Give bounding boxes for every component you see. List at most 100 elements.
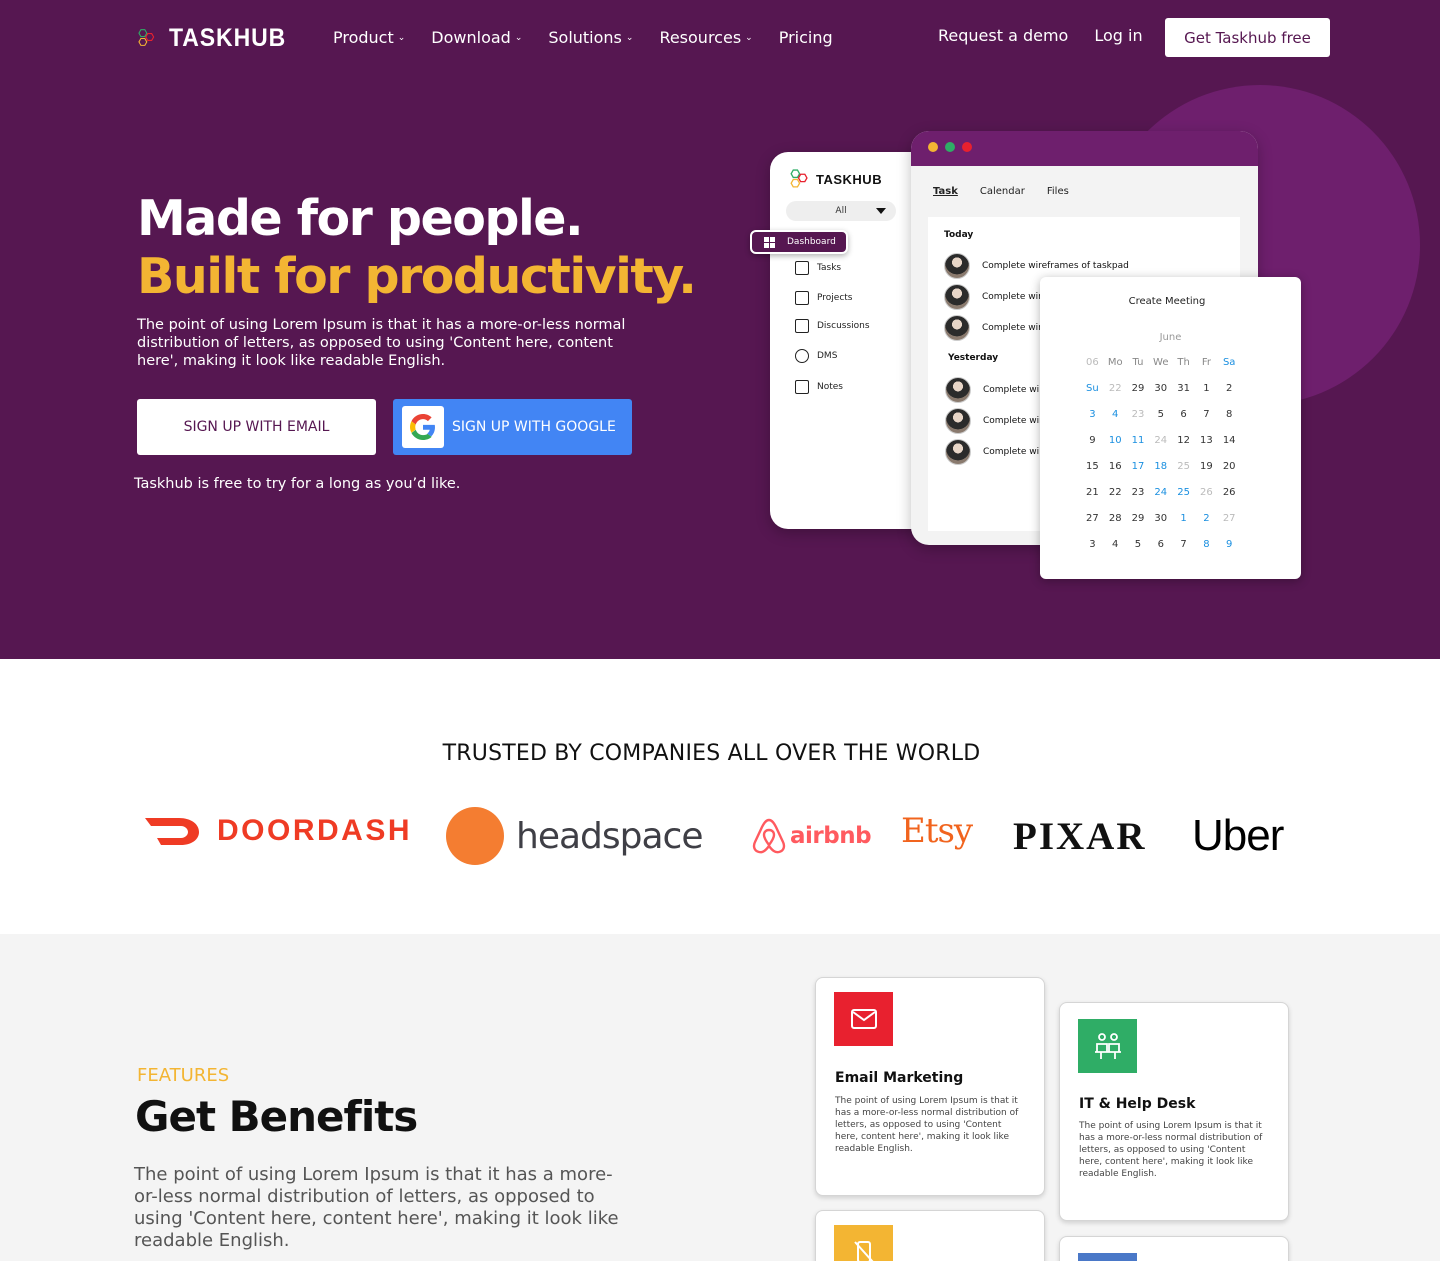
calendar-day[interactable]: 5 xyxy=(1149,409,1172,435)
calendar-day[interactable]: 12 xyxy=(1172,435,1195,461)
signup-email-button[interactable]: SIGN UP WITH EMAIL xyxy=(137,399,376,455)
etsy-logo: Etsy xyxy=(901,811,973,851)
calendar-day[interactable]: 3 xyxy=(1081,539,1104,565)
mockup-task-row[interactable]: Complete wir xyxy=(945,408,1043,434)
mockup-nav-notes[interactable]: Notes xyxy=(795,380,843,394)
calendar-week-number: 24 xyxy=(1154,435,1168,446)
mockup-nav-tasks[interactable]: Tasks xyxy=(795,261,841,275)
calendar-grid: 06 Mo Tu We Th Fr Sa Su 22 29 30 31 1 2 3 4 23 5 6 7 8 9 10 11 2… xyxy=(1081,357,1241,565)
signup-google-button[interactable]: SIGN UP WITH GOOGLE xyxy=(393,399,632,455)
calendar-day[interactable]: 6 xyxy=(1149,539,1172,565)
request-demo-link[interactable]: Request a demo xyxy=(938,26,1068,45)
calendar-day[interactable]: 3 xyxy=(1081,409,1104,435)
mockup-task-label: Complete wireframes of taskpad xyxy=(982,261,1129,271)
calendar-day[interactable]: 18 xyxy=(1149,461,1172,487)
calendar-week-number: 25 xyxy=(1177,461,1190,472)
calendar-day[interactable]: 1 xyxy=(1195,383,1218,409)
mockup-task-row[interactable]: Complete wi xyxy=(945,377,1039,403)
mockup-nav-dms[interactable]: DMS xyxy=(795,349,837,363)
calendar-day[interactable]: 28 xyxy=(1104,513,1127,539)
mockup-tab-files[interactable]: Files xyxy=(1047,186,1069,197)
mockup-nav-discussions[interactable]: Discussions xyxy=(795,319,870,333)
mockup-tab-calendar[interactable]: Calendar xyxy=(980,186,1025,197)
clipboard-icon xyxy=(795,261,809,275)
mockup-task-row[interactable]: Complete wi xyxy=(945,439,1039,465)
mockup-tabs: Task Calendar Files xyxy=(933,186,1091,197)
pixar-logo: PIXAR xyxy=(1013,815,1147,858)
mockup-filter-select[interactable]: All xyxy=(786,201,896,221)
calendar-day[interactable]: 2 xyxy=(1218,383,1241,409)
calendar-day[interactable]: 11 xyxy=(1127,435,1150,461)
calendar-month: June xyxy=(1159,332,1182,343)
calendar-day[interactable]: 25 xyxy=(1172,487,1195,513)
mockup-task-row[interactable]: Complete wir xyxy=(944,315,1042,341)
calendar-day[interactable]: 17 xyxy=(1127,461,1150,487)
calendar-day[interactable]: 29 xyxy=(1127,513,1150,539)
calendar-day[interactable]: 15 xyxy=(1081,461,1104,487)
calendar-day[interactable]: 8 xyxy=(1218,409,1241,435)
mockup-task-row[interactable]: Complete wireframes of taskpad xyxy=(944,253,1129,279)
calendar-day[interactable]: 14 xyxy=(1218,435,1241,461)
calendar-day[interactable]: 23 xyxy=(1127,487,1150,513)
google-icon xyxy=(402,406,444,448)
mockup-titlebar xyxy=(911,131,1258,166)
calendar-week-number: 26 xyxy=(1200,487,1213,498)
feature-card-help-desk[interactable]: IT & Help Desk The point of using Lorem … xyxy=(1059,1002,1289,1221)
calendar-day[interactable]: 1 xyxy=(1172,513,1195,539)
calendar-day-header: Su xyxy=(1086,383,1099,394)
calendar-day[interactable]: 7 xyxy=(1195,409,1218,435)
brand-logo[interactable]: TASKHUB xyxy=(136,19,296,57)
feature-card-text: The point of using Lorem Ipsum is that i… xyxy=(835,1096,1019,1154)
feature-card-partial[interactable] xyxy=(815,1210,1045,1261)
mockup-task-row[interactable]: Complete wir xyxy=(944,284,1042,310)
calendar-day[interactable]: 9 xyxy=(1081,435,1104,461)
nav-resources[interactable]: Resources ⌄ xyxy=(659,26,752,48)
mockup-task-label: Complete wi xyxy=(983,447,1040,457)
calendar-day[interactable]: 29 xyxy=(1127,383,1150,409)
window-dot-green-icon xyxy=(945,142,955,152)
mockup-today-heading: Today xyxy=(944,230,974,240)
calendar-day[interactable]: 8 xyxy=(1195,539,1218,565)
calendar-day[interactable]: 19 xyxy=(1195,461,1218,487)
calendar-day[interactable]: 7 xyxy=(1172,539,1195,565)
calendar-day[interactable]: 6 xyxy=(1172,409,1195,435)
mockup-tab-task[interactable]: Task xyxy=(933,186,958,197)
nav-solutions[interactable]: Solutions ⌄ xyxy=(548,26,633,48)
calendar-day[interactable]: 2 xyxy=(1195,513,1218,539)
dms-icon xyxy=(795,349,809,363)
mockup-task-label: Complete wi xyxy=(983,385,1040,395)
signup-google-label: SIGN UP WITH GOOGLE xyxy=(452,419,616,435)
calendar-title: Create Meeting xyxy=(1128,296,1206,307)
mockup-nav-projects[interactable]: Projects xyxy=(795,291,852,305)
nav-download[interactable]: Download ⌄ xyxy=(431,26,522,48)
get-taskhub-free-button[interactable]: Get Taskhub free xyxy=(1165,18,1330,57)
feature-card-partial[interactable] xyxy=(1059,1236,1289,1261)
doordash-dash-icon xyxy=(145,818,199,845)
avatar xyxy=(945,439,971,465)
calendar-day[interactable]: 24 xyxy=(1149,487,1172,513)
hexagon-logo-icon xyxy=(138,29,155,46)
doordash-wordmark: DOORDASH xyxy=(217,814,413,847)
calendar-day[interactable]: 5 xyxy=(1127,539,1150,565)
calendar-day[interactable]: 30 xyxy=(1149,513,1172,539)
calendar-day[interactable]: 10 xyxy=(1104,435,1127,461)
calendar-day[interactable]: 31 xyxy=(1172,383,1195,409)
mockup-dashboard-item[interactable]: Dashboard xyxy=(750,230,848,254)
calendar-day[interactable]: 22 xyxy=(1104,487,1127,513)
calendar-day[interactable]: 21 xyxy=(1081,487,1104,513)
calendar-day[interactable]: 4 xyxy=(1104,409,1127,435)
mockup-nav-projects-label: Projects xyxy=(817,293,853,303)
calendar-day[interactable]: 26 xyxy=(1218,487,1241,513)
calendar-day[interactable]: 4 xyxy=(1104,539,1127,565)
calendar-day[interactable]: 30 xyxy=(1149,383,1172,409)
login-link[interactable]: Log in xyxy=(1094,26,1142,45)
feature-card-email-marketing[interactable]: Email Marketing The point of using Lorem… xyxy=(815,977,1045,1196)
calendar-day[interactable]: 16 xyxy=(1104,461,1127,487)
calendar-day[interactable]: 9 xyxy=(1218,539,1241,565)
nav-pricing[interactable]: Pricing xyxy=(779,26,833,48)
calendar-day[interactable]: 20 xyxy=(1218,461,1241,487)
nav-product[interactable]: Product ⌄ xyxy=(333,26,405,48)
calendar-day[interactable]: 27 xyxy=(1081,513,1104,539)
chevron-down-icon: ⌄ xyxy=(514,33,523,43)
calendar-day[interactable]: 13 xyxy=(1195,435,1218,461)
